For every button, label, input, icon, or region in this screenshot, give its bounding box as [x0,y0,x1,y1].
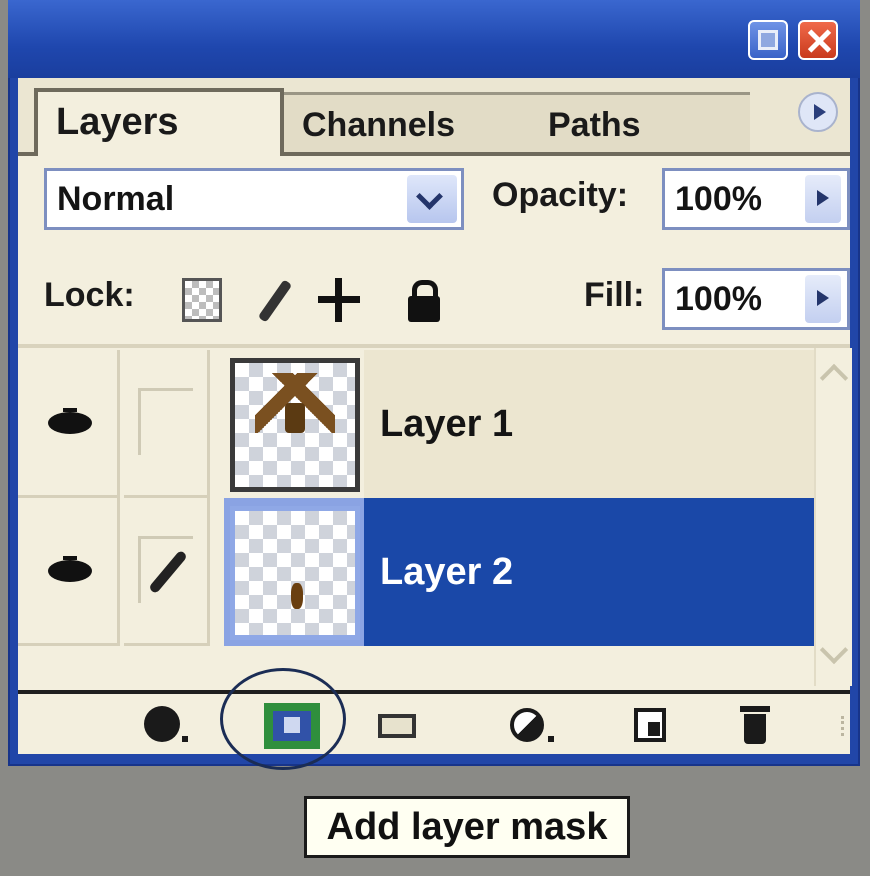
panel-menu-icon[interactable] [798,92,838,132]
tab-channels[interactable]: Channels [284,92,534,152]
resize-grip-icon[interactable] [827,716,844,736]
layer-thumbnail[interactable] [230,358,360,492]
layer-row-1[interactable]: Layer 1 [18,350,814,502]
layers-list: Layer 1 Layer 2 [18,348,852,686]
paintbrush-icon [138,536,193,603]
layer-name[interactable]: Layer 1 [364,350,814,498]
lock-all-icon[interactable] [404,278,444,322]
restore-button[interactable] [748,20,788,60]
vertical-scrollbar[interactable] [814,348,852,686]
layers-toolbar [18,690,850,754]
opacity-slider-arrow-icon[interactable] [805,175,841,223]
link-empty-icon [138,388,193,455]
close-button[interactable] [798,20,838,60]
new-layer-icon[interactable] [628,704,676,748]
layer-style-icon[interactable] [140,704,188,748]
thumbnail-shape [255,373,335,433]
visibility-toggle[interactable] [18,350,120,498]
fill-slider-arrow-icon[interactable] [805,275,841,323]
fill-value: 100% [675,280,762,318]
adjustment-layer-icon[interactable] [508,704,556,748]
lock-position-icon[interactable] [318,278,360,322]
blend-mode-select[interactable]: Normal [44,168,464,230]
tab-bar: Paths Channels Layers [18,78,850,156]
opacity-field[interactable]: 100% [662,168,850,230]
layer-row-2[interactable]: Layer 2 [18,498,814,650]
fill-label: Fill: [584,276,645,314]
scroll-down-icon[interactable] [819,635,849,665]
eye-icon[interactable] [48,556,92,586]
chevron-down-icon[interactable] [407,175,457,223]
lock-label: Lock: [44,276,135,314]
scroll-up-icon[interactable] [819,363,849,393]
visibility-toggle[interactable] [18,498,120,646]
layers-window: Paths Channels Layers Normal Opacity: 10… [8,0,860,766]
opacity-value: 100% [675,180,762,218]
fill-field[interactable]: 100% [662,268,850,330]
link-cell[interactable] [124,350,210,498]
lock-transparent-icon[interactable] [182,278,222,322]
tab-layers[interactable]: Layers [34,88,284,156]
opacity-label: Opacity: [492,176,629,214]
thumbnail-shape [291,583,303,609]
layers-panel: Paths Channels Layers Normal Opacity: 10… [18,78,852,754]
tab-paths[interactable]: Paths [530,92,750,152]
eye-icon[interactable] [48,408,92,438]
link-cell[interactable] [124,498,210,646]
blend-mode-value: Normal [57,180,175,218]
lock-image-icon[interactable] [254,278,294,322]
highlight-circle [220,668,346,770]
trash-icon[interactable] [734,704,782,748]
layer-thumbnail[interactable] [230,506,360,640]
title-bar[interactable] [8,0,860,78]
new-group-icon[interactable] [374,704,422,748]
layer-name[interactable]: Layer 2 [364,498,814,646]
tooltip: Add layer mask [304,796,630,858]
